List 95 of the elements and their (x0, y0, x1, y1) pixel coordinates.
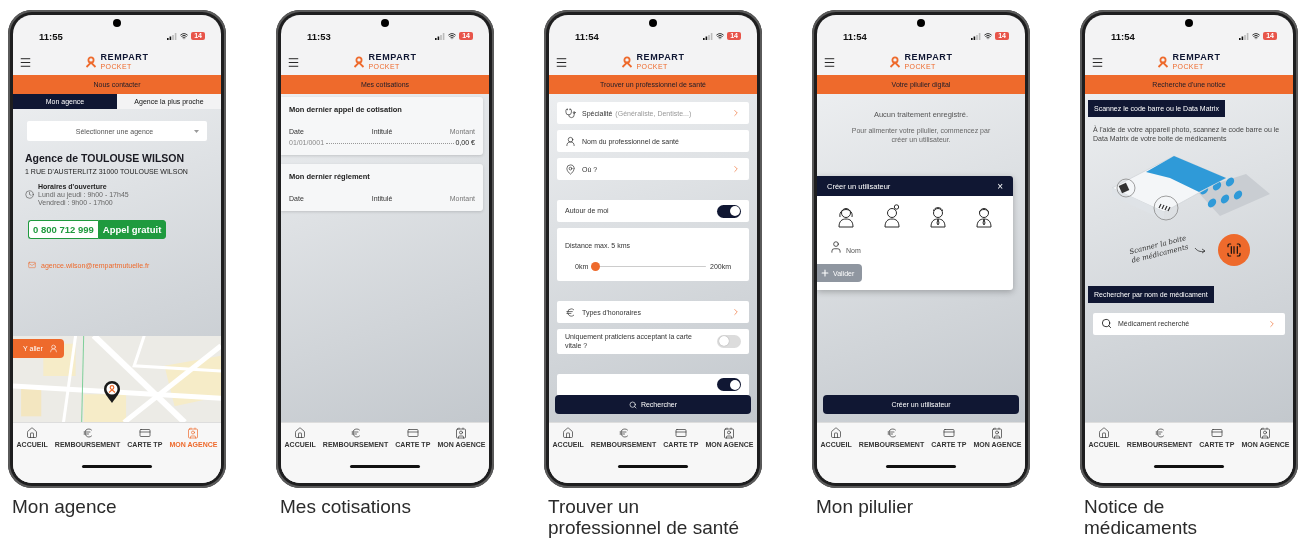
euro-icon (349, 427, 362, 439)
menu-icon[interactable] (823, 55, 836, 69)
signal-icon (971, 32, 982, 40)
map-pin-icon (103, 380, 121, 404)
caret-icon (194, 129, 199, 133)
search-icon (628, 400, 637, 409)
wifi-icon (984, 32, 993, 40)
status-time: 11:54 (1111, 30, 1135, 42)
euro-icon (885, 427, 898, 439)
menu-icon[interactable] (1091, 55, 1104, 69)
home-indicator (618, 465, 688, 468)
person-icon (48, 344, 58, 353)
brand-name: REMPART (636, 53, 685, 64)
home-icon (1098, 427, 1111, 439)
logo-icon (1157, 56, 1170, 68)
card-icon (1210, 427, 1223, 439)
brand-name: REMPART (904, 53, 953, 64)
screen-caption: Mon agence (11, 496, 118, 517)
camera-hole (1185, 19, 1193, 27)
card-icon (138, 427, 151, 439)
slider-thumb[interactable] (590, 262, 600, 271)
home-icon (562, 427, 575, 439)
home-indicator (886, 465, 956, 468)
logo-icon (889, 56, 902, 68)
home-indicator (1154, 465, 1224, 468)
euro-icon (617, 427, 630, 439)
euro-icon (1153, 427, 1166, 439)
card-icon (674, 427, 687, 439)
signal-icon (703, 32, 714, 40)
chevron-icon (731, 164, 741, 174)
chevron-icon (1267, 318, 1277, 329)
person-icon (1259, 427, 1272, 439)
home-indicator (82, 465, 152, 468)
chevron-icon (731, 108, 741, 118)
camera-hole (649, 19, 657, 27)
menu-icon[interactable] (287, 55, 300, 69)
person-icon (723, 427, 736, 439)
arrow-icon (1194, 245, 1206, 254)
wifi-icon (1252, 32, 1261, 40)
logo-icon (353, 56, 366, 68)
avatar-icon[interactable] (929, 204, 947, 229)
person-icon (187, 427, 200, 439)
home-icon (294, 427, 307, 439)
home-icon (830, 427, 843, 439)
doctor-icon (565, 135, 576, 147)
user-icon (829, 240, 843, 255)
signal-icon (167, 32, 178, 40)
screen-caption: Mes cotisations (279, 496, 412, 517)
toggle-switch[interactable] (717, 204, 741, 218)
mail-icon (28, 261, 36, 269)
euro-icon (565, 306, 576, 318)
status-time: 11:53 (307, 30, 331, 42)
home-indicator (350, 465, 420, 468)
card-icon (942, 427, 955, 439)
euro-icon (81, 427, 94, 439)
plus-icon (820, 268, 830, 279)
signal-icon (435, 32, 446, 40)
stethoscope-icon (565, 107, 576, 119)
barcode-icon (1226, 241, 1242, 258)
menu-icon[interactable] (19, 55, 32, 69)
call-button[interactable]: Appel gratuit (97, 220, 167, 239)
status-time: 11:54 (575, 30, 599, 42)
agency-name: Agence de TOULOUSE WILSON (25, 152, 185, 164)
home-icon (26, 427, 39, 439)
wifi-icon (448, 32, 457, 40)
close-button[interactable]: × (997, 180, 1003, 192)
logo-icon (85, 56, 98, 68)
person-icon (455, 427, 468, 439)
card-icon (406, 427, 419, 439)
clock-icon (25, 190, 34, 199)
screen-caption: Mon pilulier (815, 496, 915, 517)
signal-icon (1239, 32, 1250, 40)
screen-caption: Trouver un professionnel de santé (547, 496, 741, 538)
toggle-switch[interactable] (717, 378, 741, 392)
status-time: 11:55 (39, 30, 63, 42)
scan-button[interactable] (1218, 233, 1250, 266)
phone-number: 0 800 712 999 (28, 220, 98, 239)
camera-hole (917, 19, 925, 27)
toggle-switch[interactable] (717, 334, 741, 348)
avatar-icon[interactable] (883, 204, 901, 229)
brand-name: REMPART (1172, 53, 1221, 64)
person-icon (991, 427, 1004, 439)
chevron-icon (731, 307, 741, 317)
status-time: 11:54 (843, 30, 867, 42)
search-icon (1101, 318, 1112, 330)
logo-icon (621, 56, 634, 68)
wifi-icon (716, 32, 725, 40)
brand-name: REMPART (368, 53, 417, 64)
menu-icon[interactable] (555, 55, 568, 69)
brand-name: REMPART (100, 53, 149, 64)
wifi-icon (180, 32, 189, 40)
location-icon (565, 163, 576, 175)
camera-hole (381, 19, 389, 27)
camera-hole (113, 19, 121, 27)
screen-caption: Notice de médicaments (1083, 496, 1198, 538)
